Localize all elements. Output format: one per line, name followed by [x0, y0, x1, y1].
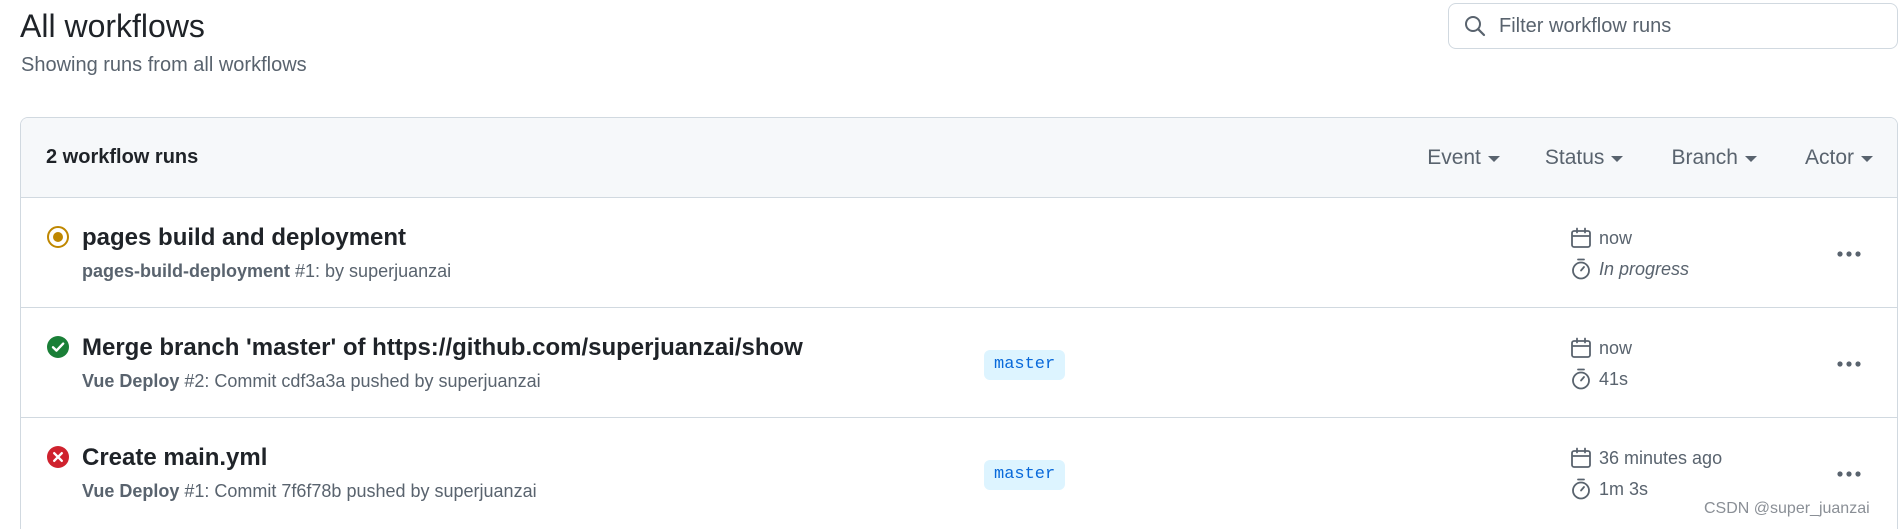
workflow-run-row[interactable]: Create main.yml Vue Deploy #1: Commit 7f…	[21, 418, 1897, 528]
run-duration-text: In progress	[1599, 258, 1690, 279]
runs-filter-bar: Event Status Branch Actor	[1427, 118, 1897, 197]
event-filter-label: Event	[1427, 145, 1481, 169]
caret-down-icon	[1861, 156, 1873, 162]
caret-down-icon	[1487, 156, 1500, 162]
run-details: #2: Commit cdf3a3a pushed by superjuanza…	[179, 371, 541, 391]
workflow-name: Vue Deploy	[82, 371, 180, 391]
calendar-icon	[1571, 337, 1591, 358]
run-timing: now In progress	[1569, 224, 1689, 286]
run-timing: 36 minutes ago 1m 3s	[1569, 444, 1722, 506]
run-date: 36 minutes ago	[1569, 444, 1722, 472]
run-date: now	[1569, 224, 1689, 252]
branch-badge[interactable]: master	[984, 460, 1066, 490]
filter-input[interactable]	[1499, 14, 1859, 38]
run-options-button[interactable]	[1833, 348, 1865, 380]
caret-down-icon	[1744, 156, 1757, 162]
run-title-link[interactable]: Create main.yml	[82, 444, 267, 472]
check-circle-icon	[47, 336, 69, 358]
run-date: now	[1569, 334, 1632, 362]
run-details: #1: Commit 7f6f78b pushed by superjuanza…	[179, 481, 537, 501]
runs-list-header: 2 workflow runs Event Status Branch Acto…	[21, 118, 1897, 198]
stopwatch-icon	[1572, 478, 1590, 500]
branch-badge[interactable]: master	[984, 350, 1066, 380]
workflow-name: Vue Deploy	[82, 481, 180, 501]
filter-workflow-runs[interactable]	[1448, 3, 1898, 49]
run-meta: Vue Deploy #2: Commit cdf3a3a pushed by …	[82, 371, 541, 392]
run-title-link[interactable]: pages build and deployment	[82, 224, 406, 252]
run-duration-text: 41s	[1599, 368, 1629, 389]
page-subtitle: Showing runs from all workflows	[21, 54, 307, 76]
run-date-text: 36 minutes ago	[1599, 447, 1723, 468]
run-timing: now 41s	[1569, 334, 1632, 396]
calendar-icon	[1571, 447, 1591, 468]
workflow-run-row[interactable]: Merge branch 'master' of https://github.…	[21, 308, 1897, 418]
run-options-button[interactable]	[1833, 238, 1865, 270]
in-progress-icon	[47, 226, 69, 248]
run-meta: pages-build-deployment #1: by superjuanz…	[82, 261, 451, 282]
run-duration: In progress	[1569, 255, 1689, 283]
runs-count: 2 workflow runs	[46, 146, 199, 168]
event-filter-dropdown[interactable]: Event	[1427, 146, 1500, 170]
branch-filter-dropdown[interactable]: Branch	[1671, 146, 1757, 170]
page-title: All workflows	[20, 8, 205, 44]
run-duration-text: 1m 3s	[1599, 478, 1649, 499]
run-date-text: now	[1599, 337, 1633, 358]
run-details: #1: by superjuanzai	[290, 261, 452, 281]
status-filter-dropdown[interactable]: Status	[1545, 146, 1624, 170]
calendar-icon	[1571, 227, 1591, 248]
caret-down-icon	[1611, 156, 1624, 162]
watermark-text: CSDN @super_juanzai	[1704, 500, 1870, 517]
stopwatch-icon	[1572, 368, 1590, 390]
run-duration: 1m 3s	[1569, 475, 1722, 503]
run-title-link[interactable]: Merge branch 'master' of https://github.…	[82, 334, 803, 362]
actor-filter-label: Actor	[1804, 145, 1854, 169]
kebab-horizontal-icon	[1837, 251, 1861, 257]
run-options-button[interactable]	[1833, 458, 1865, 490]
run-duration: 41s	[1569, 365, 1632, 393]
actor-filter-dropdown[interactable]: Actor	[1805, 146, 1873, 170]
run-meta: Vue Deploy #1: Commit 7f6f78b pushed by …	[82, 481, 537, 502]
workflow-name: pages-build-deployment	[82, 261, 291, 281]
kebab-horizontal-icon	[1837, 361, 1861, 367]
workflow-runs-list: 2 workflow runs Event Status Branch Acto…	[20, 117, 1898, 529]
status-filter-label: Status	[1544, 145, 1605, 169]
kebab-horizontal-icon	[1837, 471, 1861, 477]
stopwatch-icon	[1572, 258, 1590, 280]
search-icon	[1465, 16, 1486, 37]
x-circle-icon	[47, 446, 69, 468]
workflow-run-row[interactable]: pages build and deployment pages-build-d…	[21, 198, 1897, 308]
run-date-text: now	[1599, 227, 1633, 248]
branch-filter-label: Branch	[1671, 145, 1738, 169]
